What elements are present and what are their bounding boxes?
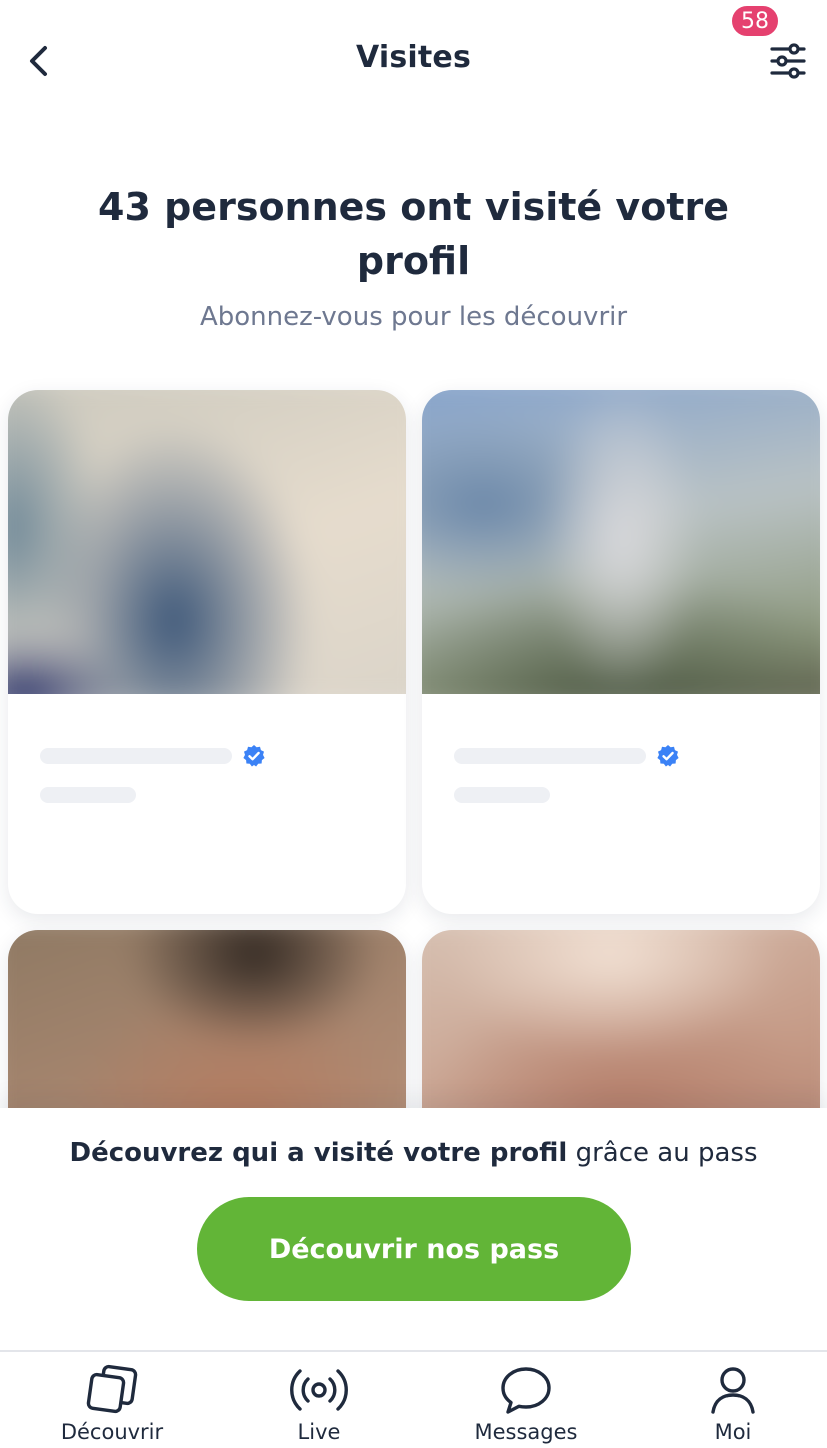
banner-text-rest: grâce au pass xyxy=(567,1138,758,1168)
user-icon xyxy=(711,1367,755,1414)
card-info xyxy=(422,694,820,914)
detail-placeholder xyxy=(40,787,136,803)
discover-pass-button[interactable]: Découvrir nos pass xyxy=(197,1197,631,1301)
tab-label: Live xyxy=(297,1420,341,1444)
tab-messages[interactable]: Messages xyxy=(446,1364,606,1444)
detail-placeholder xyxy=(454,787,550,803)
filter-button[interactable] xyxy=(767,40,809,82)
visitor-card[interactable] xyxy=(8,390,406,914)
tab-label: Messages xyxy=(474,1420,578,1444)
banner-text: Découvrez qui a visité votre profil grâc… xyxy=(0,1138,827,1168)
verified-badge-icon xyxy=(243,745,265,767)
name-placeholder xyxy=(40,748,232,764)
visits-headline: 43 personnes ont visité votre profil xyxy=(98,185,729,283)
tab-label: Découvrir xyxy=(60,1420,164,1444)
page-title: Visites xyxy=(355,40,472,75)
name-placeholder xyxy=(454,748,646,764)
tab-label: Moi xyxy=(714,1420,752,1444)
tab-decouvrir[interactable]: Découvrir xyxy=(32,1364,192,1444)
visitor-card[interactable] xyxy=(422,390,820,914)
bottom-tab-bar: Découvrir Live Messages Moi xyxy=(0,1350,827,1448)
card-info xyxy=(8,694,406,914)
broadcast-icon xyxy=(290,1369,348,1411)
verified-badge-icon xyxy=(657,745,679,767)
notification-badge: 58 xyxy=(730,4,780,38)
cards-icon xyxy=(86,1364,138,1414)
banner-text-bold: Découvrez qui a visité votre profil xyxy=(69,1138,568,1168)
sliders-icon xyxy=(770,43,806,79)
tab-moi[interactable]: Moi xyxy=(653,1364,813,1444)
visits-subline: Abonnez-vous pour les découvrir xyxy=(199,302,628,332)
top-bar: Visites xyxy=(0,0,827,120)
blurred-photo xyxy=(8,390,406,694)
tab-live[interactable]: Live xyxy=(239,1364,399,1444)
subscription-banner: Découvrez qui a visité votre profil grâc… xyxy=(0,1108,827,1350)
chat-bubble-icon xyxy=(501,1367,551,1414)
blurred-photo xyxy=(422,390,820,694)
